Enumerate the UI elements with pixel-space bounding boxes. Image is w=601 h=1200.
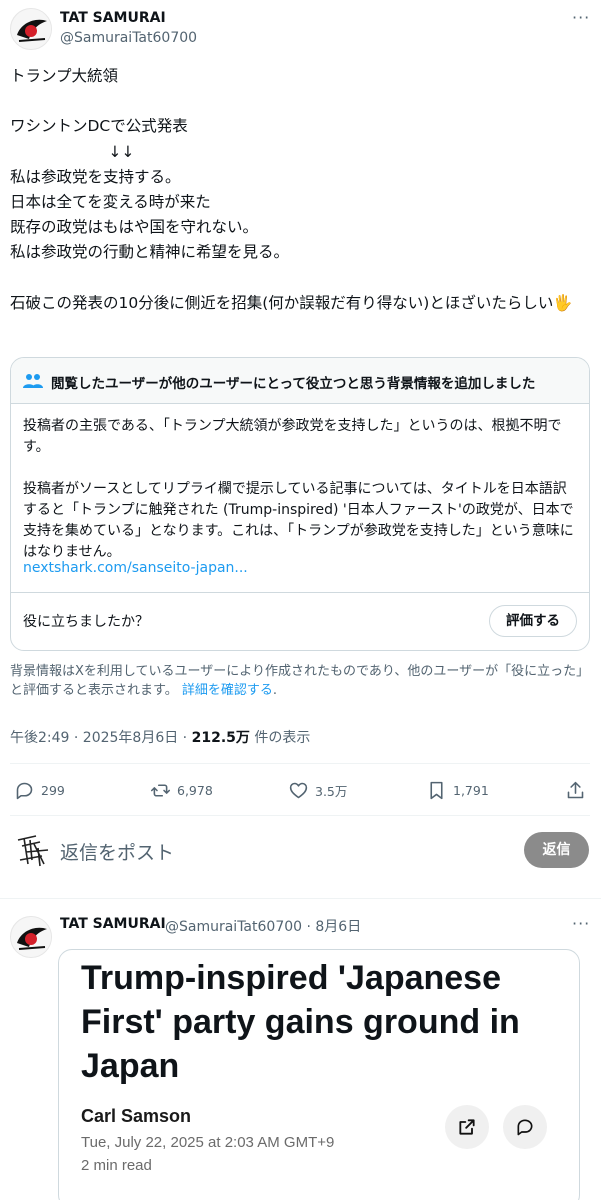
like-action[interactable]: 3.5万 — [288, 778, 347, 802]
user-avatar[interactable] — [14, 830, 54, 870]
bookmark-action[interactable]: 1,791 — [426, 778, 489, 802]
samurai-logo-icon — [11, 917, 51, 957]
open-external-button[interactable] — [445, 1105, 489, 1149]
article-read-time: 2 min read — [81, 1157, 152, 1174]
bookmark-icon — [430, 781, 443, 799]
reply-count: 299 — [41, 782, 65, 798]
comment-icon — [517, 1119, 533, 1136]
reply-button[interactable]: 返信 — [524, 832, 589, 868]
share-action[interactable] — [565, 778, 592, 802]
community-note-source-link[interactable]: nextshark.com/sanseito-japan... — [23, 560, 248, 576]
post-timestamp[interactable]: 午後2:49 · 2025年8月6日 · — [10, 730, 192, 746]
repost-count: 6,978 — [177, 782, 213, 798]
community-note-title: 閲覧したユーザーが他のユーザーにとって役立つと思う背景情報を追加しました — [51, 376, 536, 392]
author-handle-date[interactable]: @SamuraiTat60700 · 8月6日 — [165, 916, 361, 936]
community-note-header: 閲覧したユーザーが他のユーザーにとって役立つと思う背景情報を追加しました — [11, 358, 589, 404]
bookmark-count: 1,791 — [453, 782, 489, 798]
article-author: Carl Samson — [81, 1106, 192, 1126]
community-note-footer-text: 背景情報はXを利用しているユーザーにより作成されたものであり、他のユーザーが「役… — [10, 664, 590, 698]
divider — [10, 763, 590, 764]
divider — [0, 898, 601, 899]
post-meta: 午後2:49 · 2025年8月6日 · 212.5万 件の表示 — [10, 727, 310, 747]
share-icon — [567, 781, 584, 798]
rate-button[interactable]: 評価する — [489, 605, 577, 637]
people-icon — [23, 374, 43, 388]
divider — [10, 815, 590, 816]
view-label: 件の表示 — [249, 730, 311, 746]
reply-icon — [16, 782, 33, 799]
post-text: トランプ大統領 ワシントンDCで公式発表 ↓↓ 私は参政党を支持する。 日本は全… — [10, 67, 573, 312]
heart-icon — [289, 782, 308, 798]
repost-icon — [150, 783, 171, 797]
reply-action[interactable]: 299 — [14, 778, 65, 802]
comment-button[interactable] — [503, 1105, 547, 1149]
author-name[interactable]: TAT SAMURAI — [60, 916, 166, 932]
more-options-icon[interactable]: ··· — [572, 914, 590, 933]
view-count: 212.5万 — [191, 730, 250, 746]
samurai-logo-icon — [11, 9, 51, 49]
reply-input[interactable]: 返信をポスト — [60, 838, 174, 865]
community-note-footer: 背景情報はXを利用しているユーザーにより作成されたものであり、他のユーザーが「役… — [10, 664, 590, 698]
author-handle[interactable]: @SamuraiTat60700 — [60, 30, 197, 46]
repost-action[interactable]: 6,978 — [150, 778, 213, 802]
article-card[interactable]: Trump-inspired 'Japanese First' party ga… — [58, 949, 580, 1200]
reply-composer: 返信をポスト 返信 — [0, 820, 601, 884]
author-avatar[interactable] — [10, 916, 52, 958]
external-link-icon — [459, 1119, 475, 1135]
like-count: 3.5万 — [315, 783, 348, 799]
author-avatar[interactable] — [10, 8, 52, 50]
article-headline: Trump-inspired 'Japanese First' party ga… — [81, 959, 520, 1085]
learn-more-link[interactable]: 詳細を確認する — [182, 683, 273, 698]
divider — [11, 592, 589, 593]
author-name[interactable]: TAT SAMURAI — [60, 10, 166, 26]
helpful-question: 役に立ちましたか？ — [23, 614, 149, 630]
community-note-body: 投稿者の主張である、「トランプ大統領が参政党を支持した」というのは、根拠不明です… — [23, 418, 574, 560]
community-note: 閲覧したユーザーが他のユーザーにとって役立つと思う背景情報を追加しました 投稿者… — [10, 357, 590, 651]
article-date: Tue, July 22, 2025 at 2:03 AM GMT+9 — [81, 1134, 335, 1151]
more-options-icon[interactable]: ··· — [572, 8, 590, 27]
